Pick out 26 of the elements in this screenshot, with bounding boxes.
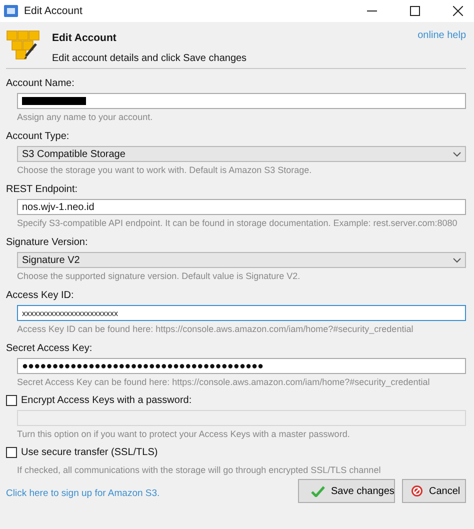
dropdown[interactable]: Signature V2 bbox=[17, 252, 466, 268]
field-label: Access Key ID: bbox=[6, 289, 75, 303]
field-label: Secret Access Key: bbox=[6, 342, 94, 356]
checkbox-label: Encrypt Access Keys with a password: bbox=[21, 395, 192, 406]
field-label: Account Type: bbox=[6, 130, 70, 144]
input-field[interactable]: xxxxxxxxxxxxxxxxxxxxxxxx bbox=[17, 305, 466, 321]
field-label: Signature Version: bbox=[6, 236, 89, 250]
field-hint: Assign any name to your account. bbox=[17, 111, 154, 124]
option-hint: If checked, all communications with the storage will go through encrypted SSL/TLS channel bbox=[17, 464, 382, 477]
field-label: Account Name: bbox=[6, 77, 76, 91]
field-hint: Access Key ID can be found here: https://console.aws.amazon.com/iam/home?#security_credential bbox=[17, 323, 414, 336]
window-title: Edit Account bbox=[24, 5, 82, 17]
field-label: REST Endpoint: bbox=[6, 183, 79, 197]
dialog-heading: Edit Account bbox=[52, 32, 118, 44]
dropdown[interactable]: S3 Compatible Storage bbox=[17, 146, 466, 162]
dialog-subtitle: Edit account details and click Save changes bbox=[52, 53, 247, 64]
input-field[interactable]: nos.wjv-1.neo.id bbox=[17, 199, 466, 215]
cancel-button[interactable]: Cancel bbox=[402, 479, 466, 503]
field-hint: Secret Access Key can be found here: https://console.aws.amazon.com/iam/home?#security_credential bbox=[17, 376, 431, 389]
save-button[interactable]: Save changes bbox=[298, 479, 395, 503]
field-hint: Choose the supported signature version. Default value is Signature V2. bbox=[17, 270, 302, 283]
field-hint: Specify S3-compatible API endpoint. It can be found in storage documentation. Example: rest.server.com:8080 bbox=[17, 217, 458, 230]
input-field[interactable]: ●●●●●●●●●●●●●●●●●●●●●●●●●●●●●●●●●●●●●●●● bbox=[17, 358, 466, 374]
field-hint: Choose the storage you want to work with. Default is Amazon S3 Storage. bbox=[17, 164, 313, 177]
checkbox-label: Use secure transfer (SSL/TLS) bbox=[21, 447, 158, 458]
option-hint: Turn this option on if you want to protect your Access Keys with a master password. bbox=[17, 428, 351, 441]
